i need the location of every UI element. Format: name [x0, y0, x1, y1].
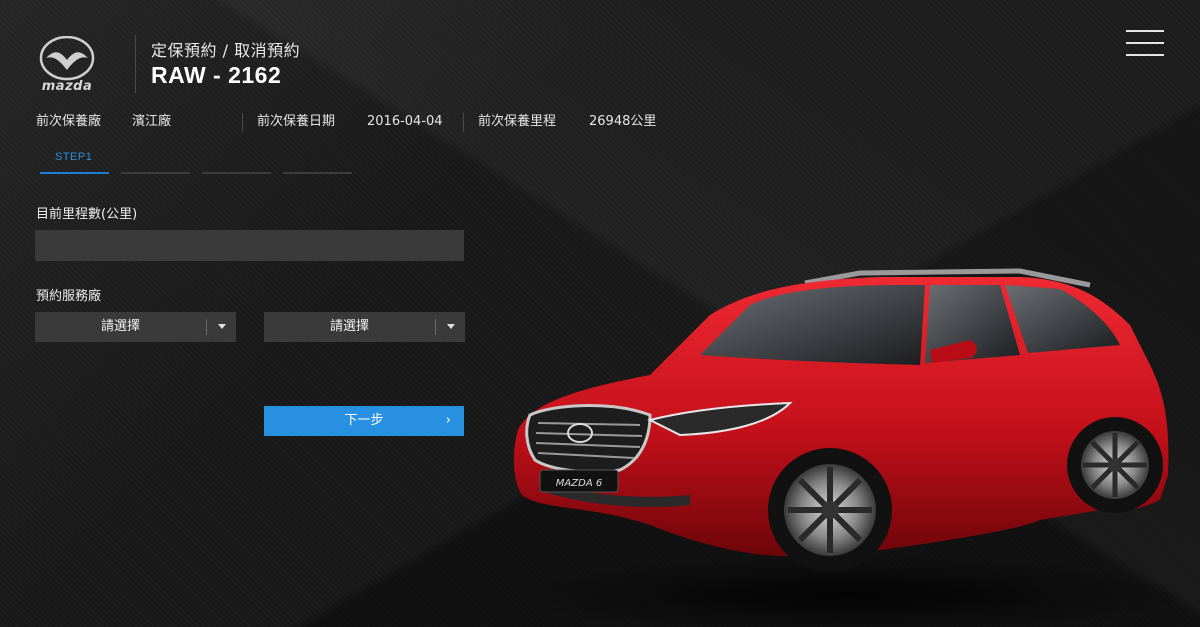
- menu-line: [1126, 30, 1164, 32]
- dealer-field-label: 預約服務廠: [36, 289, 102, 304]
- step-bar-3: [202, 172, 271, 174]
- info-divider: [463, 113, 464, 132]
- page-subtitle: 定保預約 / 取消預約: [151, 41, 301, 60]
- last-mileage-value: 26948公里: [589, 114, 657, 129]
- next-step-label: 下一步: [344, 413, 384, 428]
- select-divider: [435, 319, 436, 335]
- last-mileage-label: 前次保養里程: [478, 114, 557, 129]
- mileage-field-label: 目前里程數(公里): [36, 207, 138, 222]
- region-select[interactable]: 請選擇: [35, 312, 236, 342]
- menu-line: [1126, 54, 1164, 56]
- step-bar-1: [40, 172, 109, 174]
- hamburger-menu-icon[interactable]: [1126, 30, 1164, 56]
- select-divider: [206, 319, 207, 335]
- license-plate: RAW - 2162: [151, 62, 282, 88]
- step-bar-4: [283, 172, 352, 174]
- logo-wordmark: mazda: [41, 79, 93, 94]
- dealer-select[interactable]: 請選擇: [264, 312, 465, 342]
- header-divider: [135, 35, 136, 93]
- step-bar-2: [121, 172, 190, 174]
- region-select-value: 請選擇: [100, 319, 140, 334]
- step-label: STEP1: [55, 151, 93, 163]
- car-image: MAZDA 6: [510, 268, 1190, 627]
- menu-line: [1126, 42, 1164, 44]
- last-date-label: 前次保養日期: [257, 114, 336, 129]
- chevron-down-icon: [447, 324, 455, 329]
- chevron-right-icon: ›: [445, 413, 451, 428]
- mileage-input[interactable]: [35, 230, 464, 261]
- dealer-select-value: 請選擇: [329, 319, 369, 334]
- info-divider: [242, 113, 243, 132]
- chevron-down-icon: [218, 324, 226, 329]
- last-dealer-value: 濱江廠: [132, 114, 172, 129]
- car-badge-text: MAZDA 6: [556, 478, 602, 489]
- last-dealer-label: 前次保養廠: [36, 114, 102, 129]
- next-step-button[interactable]: 下一步 ›: [264, 406, 464, 436]
- last-date-value: 2016-04-04: [367, 114, 443, 129]
